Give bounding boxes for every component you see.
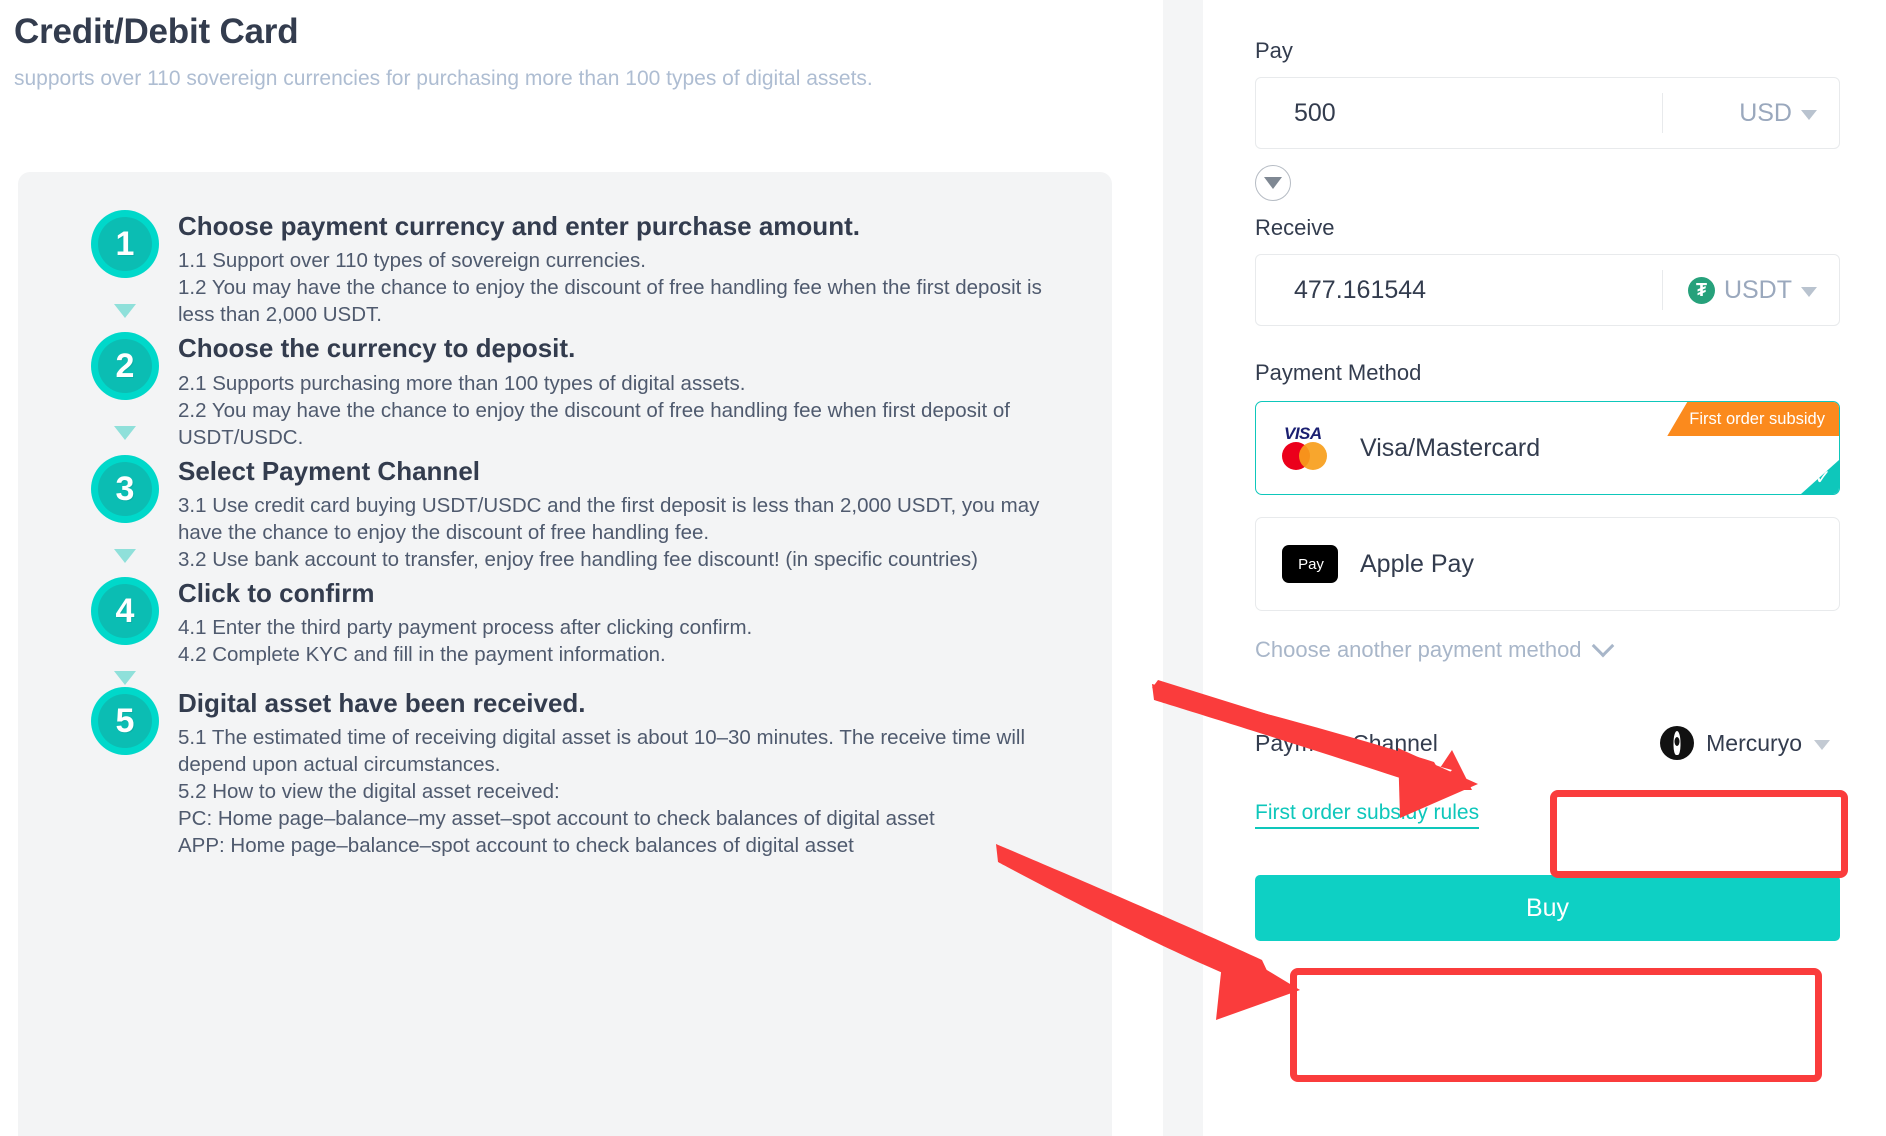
step-heading: Digital asset have been received. [178, 687, 586, 718]
selected-check-icon: ✓ [1801, 460, 1839, 494]
step-number: 4 [115, 591, 135, 630]
payment-channel-value: Mercuryo [1706, 729, 1802, 756]
step-detail-line: PC: Home page–balance–my asset–spot acco… [178, 807, 935, 831]
first-order-subsidy-badge: First order subsidy [1667, 402, 1839, 436]
purchase-panel: Pay 500 USD Receive 477.161544 ₮ USDT Pa… [1203, 0, 1886, 1136]
step-connector-arrow-icon [114, 406, 136, 441]
chevron-down-icon [1801, 109, 1817, 120]
step-item: 2 Choose the currency to deposit. 2.1 Supp… [18, 332, 1112, 454]
step-item: 5 Digital asset have been received. 5.1 Th… [18, 686, 1112, 863]
page-subtitle: supports over 110 sovereign currencies f… [14, 67, 873, 90]
step-number-badge: 5 [91, 686, 159, 755]
first-order-subsidy-rules-link[interactable]: First order subsidy rules [1255, 801, 1480, 829]
payment-channel-label: Payment Channel [1255, 729, 1438, 756]
apple-pay-icon: Pay [1282, 545, 1338, 583]
pay-currency-select[interactable]: USD [1663, 99, 1839, 128]
step-connector-arrow-icon [114, 651, 136, 685]
step-heading: Click to confirm [178, 577, 375, 608]
step-detail-line: 4.1 Enter the third party payment proces… [178, 616, 753, 640]
step-marker: 3 [82, 454, 168, 565]
steps-card: 1 Choose payment currency and enter purch… [18, 172, 1112, 1136]
chevron-down-icon [1801, 286, 1817, 297]
receive-label: Receive [1255, 215, 1335, 240]
step-item: 3 Select Payment Channel 3.1 Use credit ca… [18, 454, 1112, 577]
pay-amount-box: 500 USD [1255, 77, 1840, 149]
buy-button[interactable]: Buy [1255, 875, 1840, 941]
pay-currency-label: USD [1739, 98, 1792, 127]
step-marker: 4 [82, 576, 168, 687]
step-number-badge: 4 [91, 576, 159, 645]
receive-currency-label: USDT [1723, 275, 1792, 304]
step-detail-line: 1.1 Support over 110 types of sovereign … [178, 249, 646, 273]
step-number: 2 [115, 347, 135, 386]
step-marker: 5 [82, 686, 168, 755]
step-number-badge: 3 [91, 454, 159, 523]
steps-list: 1 Choose payment currency and enter purch… [18, 172, 1112, 863]
step-content: Digital asset have been received. 5.1 The… [168, 687, 1048, 863]
step-item: 4 Click to confirm 4.1 Enter the third par… [18, 576, 1112, 687]
step-connector-arrow-icon [114, 284, 136, 318]
payment-method-label-text: Visa/Mastercard [1360, 433, 1541, 462]
step-detail-line: 5.2 How to view the digital asset receiv… [178, 780, 560, 804]
step-content: Choose the currency to deposit. 2.1 Suppo… [168, 332, 1048, 454]
step-content: Choose payment currency and enter purcha… [168, 210, 1048, 332]
step-detail-line: 5.1 The estimated time of receiving digi… [178, 726, 1026, 777]
step-item: 1 Choose payment currency and enter purch… [18, 210, 1112, 332]
step-number: 5 [115, 701, 135, 740]
mercuryo-logo-icon [1660, 726, 1695, 760]
payment-method-label: Payment Method [1255, 360, 1422, 385]
screenshot-root: Credit/Debit Card supports over 110 sove… [0, 0, 1886, 1136]
circle-down-triangle-icon [1264, 177, 1282, 189]
payment-method-visa-mastercard[interactable]: VISA Visa/Mastercard First order subsidy… [1255, 401, 1840, 495]
step-detail-line: 3.2 Use bank account to transfer, enjoy … [178, 547, 978, 571]
step-detail-line: 2.1 Supports purchasing more than 100 ty… [178, 371, 746, 395]
step-number-badge: 2 [91, 332, 159, 401]
tether-icon: ₮ [1687, 276, 1715, 304]
choose-another-payment-method[interactable]: Choose another payment method [1255, 634, 1840, 663]
pay-amount-input[interactable]: 500 [1256, 99, 1662, 128]
receive-amount-box: 477.161544 ₮ USDT [1255, 254, 1840, 326]
step-connector-arrow-icon [114, 529, 136, 563]
receive-amount-input[interactable]: 477.161544 [1256, 276, 1662, 305]
step-heading: Choose the currency to deposit. [178, 333, 576, 364]
chevron-down-icon [1814, 739, 1830, 750]
step-number: 3 [115, 469, 135, 508]
step-marker: 1 [82, 210, 168, 320]
payment-method-apple-pay[interactable]: Pay Apple Pay [1255, 517, 1840, 611]
pay-label: Pay [1255, 38, 1293, 63]
step-content: Select Payment Channel 3.1 Use credit car… [168, 455, 1048, 577]
step-detail-line: 1.2 You may have the chance to enjoy the… [178, 276, 1042, 327]
payment-method-label-text: Apple Pay [1360, 549, 1474, 578]
panel-divider [1163, 0, 1203, 1136]
step-number: 1 [115, 225, 135, 263]
swap-direction-button[interactable] [1255, 165, 1291, 201]
step-marker: 2 [82, 332, 168, 442]
step-detail-line: 4.2 Complete KYC and fill in the payment… [178, 643, 666, 667]
payment-channel-select[interactable]: Mercuryo [1650, 720, 1840, 766]
choose-another-label: Choose another payment method [1255, 637, 1582, 662]
step-number-badge: 1 [91, 210, 159, 278]
instructions-panel: Credit/Debit Card supports over 110 sove… [0, 0, 1163, 1136]
step-detail-line: APP: Home page–balance–spot account to c… [178, 834, 854, 858]
step-heading: Choose payment currency and enter purcha… [178, 211, 860, 241]
page-title: Credit/Debit Card [14, 12, 299, 51]
chevron-down-icon [1591, 634, 1614, 658]
step-detail-line: 2.2 You may have the chance to enjoy the… [178, 398, 1010, 449]
visa-mastercard-icon: VISA [1282, 424, 1338, 472]
receive-currency-select[interactable]: ₮ USDT [1663, 276, 1839, 305]
step-heading: Select Payment Channel [178, 455, 480, 486]
step-content: Click to confirm 4.1 Enter the third part… [168, 577, 1048, 672]
payment-channel-row: Payment Channel Mercuryo [1255, 715, 1840, 771]
step-detail-line: 3.1 Use credit card buying USDT/USDC and… [178, 493, 1040, 544]
